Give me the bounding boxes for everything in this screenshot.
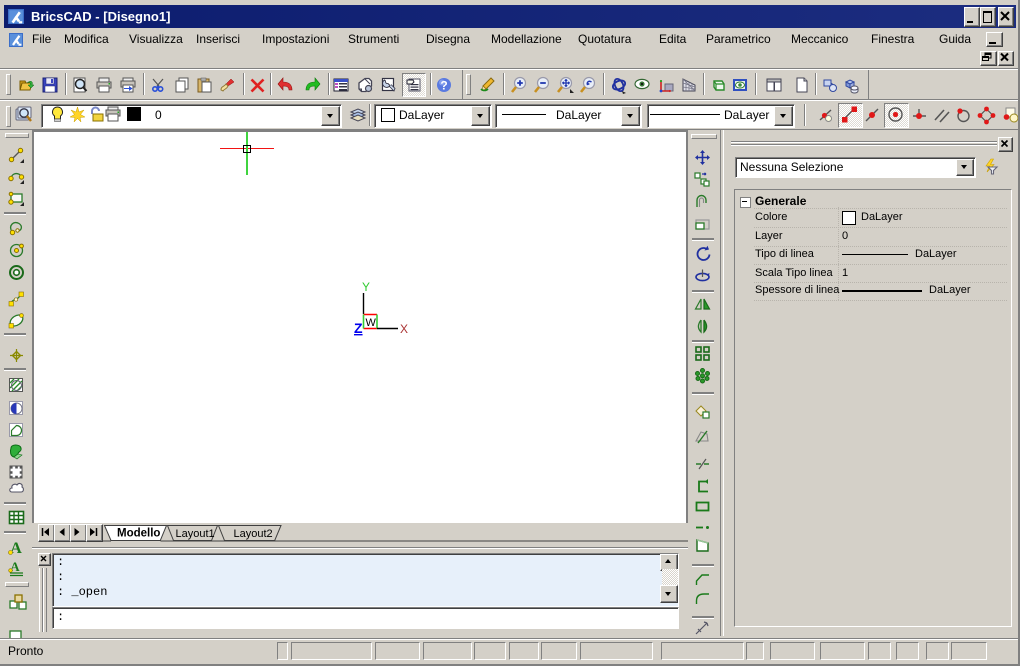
svg-text:Layout1: Layout1 — [176, 528, 215, 540]
svg-text:Modello: Modello — [117, 528, 160, 540]
svg-text:Layout2: Layout2 — [234, 528, 273, 540]
svg-text:W: W — [366, 317, 377, 329]
svg-text:?: ? — [440, 79, 447, 93]
svg-text:Y: Y — [362, 280, 370, 294]
svg-text:Z: Z — [354, 320, 363, 336]
svg-text:X: X — [400, 322, 408, 336]
